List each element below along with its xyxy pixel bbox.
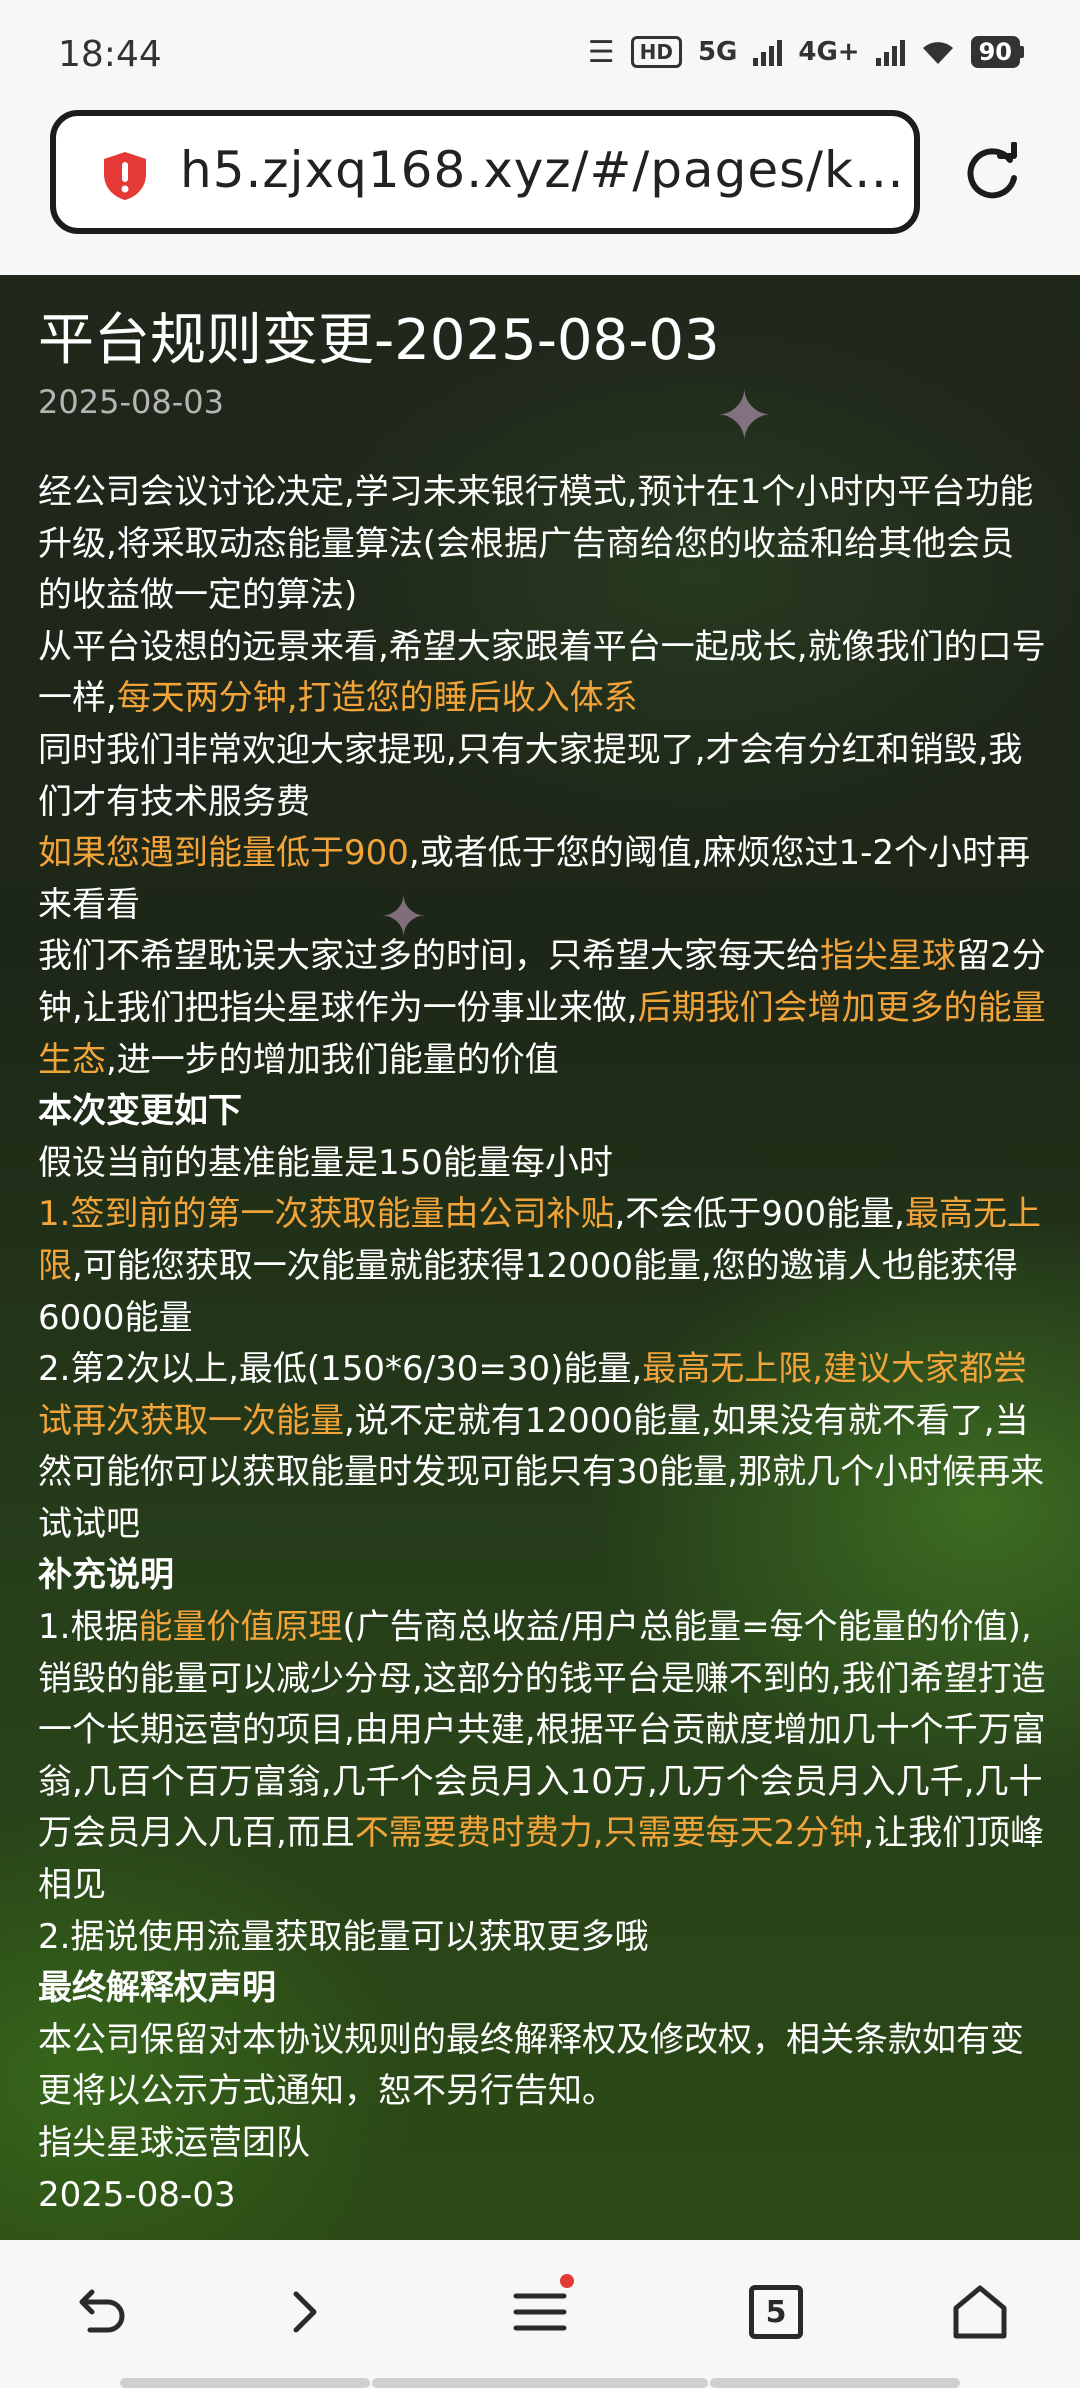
highlight-text: 如果您遇到能量低于900 (38, 833, 409, 874)
signal-bars-icon (753, 38, 783, 66)
signal-bars-icon-2 (875, 38, 905, 66)
home-icon (953, 2285, 1007, 2339)
article-date: 2025-08-03 (38, 383, 224, 421)
url-bar[interactable]: h5.zjxq168.xyz/#/pages/k… (50, 110, 920, 234)
paragraph: 从平台设想的远景来看,希望大家跟着平台一起成长,就像我们的口号一样,每天两分钟,… (38, 622, 1048, 725)
battery-icon: 90 (970, 36, 1024, 68)
section-heading: 补充说明 (38, 1555, 174, 1596)
section-heading: 最终解释权声明 (38, 1968, 276, 2009)
article-body: 经公司会议讨论决定,学习未来银行模式,预计在1个小时内平台功能升级,将采取动态能… (38, 467, 1048, 2221)
menu-icon (513, 2293, 567, 2331)
paragraph: 2.第2次以上,最低(150*6/30=30)能量,最高无上限,建议大家都尝试再… (38, 1344, 1048, 1550)
bottom-navigation: 5 (0, 2240, 1080, 2388)
home-button[interactable] (938, 2270, 1022, 2354)
signal-4g-label: 4G+ (798, 37, 860, 67)
highlight-text: 每天两分钟,打造您的睡后收入体系 (116, 678, 638, 719)
highlight-text: 指尖星球 (820, 936, 956, 977)
article-content[interactable]: ✦ ✦ 平台规则变更-2025-08-03 2025-08-03 经公司会议讨论… (0, 275, 1080, 2240)
paragraph: 2025-08-03 (38, 2174, 236, 2215)
forward-button[interactable] (262, 2270, 346, 2354)
refresh-icon[interactable] (960, 142, 1024, 206)
battery-level: 90 (970, 36, 1020, 68)
notification-dot (560, 2274, 574, 2288)
highlight-text: 1. (38, 1194, 71, 1235)
paragraph: 2.据说使用流量获取能量可以获取更多哦 (38, 1916, 649, 1957)
back-icon (79, 2289, 125, 2333)
text-span: 我们不希望耽误大家过多的时间，只希望大家每天给 (38, 936, 820, 977)
highlight-text: 不需要费时费力,只需要每天2分钟 (354, 1813, 864, 1854)
forward-icon (293, 2291, 317, 2333)
browser-toolbar: h5.zjxq168.xyz/#/pages/k… (0, 100, 1080, 275)
section-heading: 本次变更如下 (38, 1091, 242, 1132)
signal-5g-label: 5G (697, 37, 738, 67)
vibrate-icon: ☰ (587, 34, 615, 70)
tabs-button[interactable]: 5 (734, 2270, 818, 2354)
paragraph: 如果您遇到能量低于900,或者低于您的阈值,麻烦您过1-2个小时再来看看 (38, 828, 1048, 931)
status-time: 18:44 (58, 34, 162, 75)
paragraph: 1.根据能量价值原理(广告商总收益/用户总能量=每个能量的价值),销毁的能量可以… (38, 1602, 1048, 1912)
status-bar: 18:44 ☰ HD 5G 4G+ 90 (0, 0, 1080, 100)
back-button[interactable] (58, 2270, 142, 2354)
highlight-text: 能量价值原理 (138, 1607, 343, 1648)
gesture-bar (120, 2378, 370, 2388)
paragraph: 同时我们非常欢迎大家提现,只有大家提现了,才会有分红和销毁,我们才有技术服务费 (38, 729, 1023, 822)
gesture-bar-3 (710, 2378, 960, 2388)
gesture-bar-2 (372, 2378, 708, 2388)
paragraph: 假设当前的基准能量是150能量每小时 (38, 1142, 613, 1183)
paragraph: 1.签到前的第一次获取能量由公司补贴,不会低于900能量,最高无上限,可能您获取… (38, 1189, 1048, 1344)
sparkle-decoration: ✦ (715, 375, 774, 457)
paragraph: 指尖星球运营团队 (38, 2123, 310, 2163)
highlight-text: 签到前的第一次获取能量由公司补贴 (70, 1194, 615, 1235)
text-span: ,不会低于900能量, (614, 1194, 905, 1235)
menu-button[interactable] (498, 2270, 582, 2354)
paragraph: 我们不希望耽误大家过多的时间，只希望大家每天给指尖星球留2分钟,让我们把指尖星球… (38, 931, 1048, 1086)
url-text[interactable]: h5.zjxq168.xyz/#/pages/k… (180, 141, 905, 199)
page-title: 平台规则变更-2025-08-03 (38, 308, 720, 373)
paragraph: 经公司会议讨论决定,学习未来银行模式,预计在1个小时内平台功能升级,将采取动态能… (38, 472, 1034, 616)
text-span: 1.根据 (38, 1607, 139, 1648)
text-span: ,进一步的增加我们能量的价值 (106, 1039, 559, 1080)
paragraph: 本公司保留对本协议规则的最终解释权及修改权，相关条款如有变更将以公示方式通知，恕… (38, 2019, 1024, 2112)
text-span: ,可能您获取一次能量就能获得12000能量,您的邀请人也能获得6000能量 (38, 1245, 1018, 1338)
shield-warning-icon[interactable] (100, 150, 150, 202)
status-icons: ☰ HD 5G 4G+ 90 (588, 30, 1024, 74)
text-span: 2.第2次以上,最低(150*6/30=30)能量, (38, 1349, 643, 1390)
tabs-icon: 5 (749, 2285, 803, 2339)
wifi-icon (922, 42, 953, 64)
hd-voice-icon: HD (630, 36, 682, 68)
